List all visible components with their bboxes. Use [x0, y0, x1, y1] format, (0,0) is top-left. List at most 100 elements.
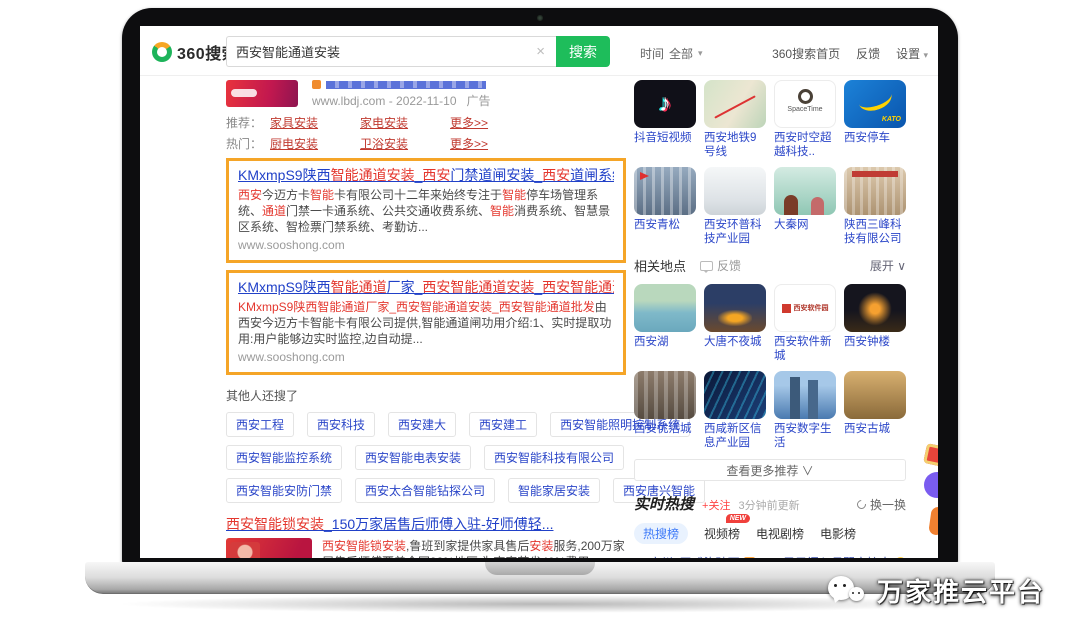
- related-tags-row: 西安智能监控系统 西安智能电表安装 西安智能科技有限公司: [226, 445, 626, 470]
- chevron-down-icon: ▾: [923, 50, 928, 60]
- tab-video-list[interactable]: 视频榜NEW: [704, 523, 740, 544]
- related-tag[interactable]: 西安建大: [388, 412, 456, 437]
- partial-ad-link[interactable]: [312, 80, 491, 89]
- related-tags-row: 西安智能安防门禁 西安太合智能钻探公司 智能家居安装 西安唐兴智能: [226, 478, 626, 503]
- ad-thumbnail[interactable]: 电子锁安装: [226, 538, 312, 558]
- tile-spacetime[interactable]: SpaceTime 西安时空超越科技..: [774, 80, 836, 159]
- follow-link[interactable]: +关注: [702, 497, 730, 513]
- tile-huanpu[interactable]: 西安环普科技产业园: [704, 167, 766, 246]
- tab-tv-list[interactable]: 电视剧榜: [756, 523, 804, 544]
- related-tag[interactable]: 西安工程: [226, 412, 294, 437]
- hot-item[interactable]: 11 男子闯入母婴室接水: [768, 554, 906, 558]
- hot-search-list: 1 广州8天感染破万 11 男子闯入母婴室接水 2 地球首位星际访客: [634, 554, 906, 558]
- more-link[interactable]: 更多>>: [450, 116, 488, 130]
- tile-lake[interactable]: 西安湖: [634, 284, 696, 363]
- related-apps-grid: ♪ 抖音短视频 西安地铁9号线 SpaceTime 西安时空超越科技.. KAT…: [634, 80, 906, 246]
- ad-favicon-icon: [312, 80, 321, 89]
- clear-search-icon[interactable]: ×: [534, 43, 547, 60]
- expand-button[interactable]: 展开 ∨: [870, 257, 906, 274]
- result-title[interactable]: KMxmpS9陕西智能通道厂家_西安智能通道安装_西安智能通道批...: [238, 279, 614, 296]
- related-places-grid: 西安湖 大唐不夜城 西安软件园 西安软件新城 西安钟楼: [634, 284, 906, 450]
- search-button[interactable]: 搜索: [556, 36, 610, 67]
- lake-image: [634, 284, 696, 332]
- rec-link[interactable]: 家电安装: [360, 116, 450, 130]
- laptop-notch: [485, 562, 595, 575]
- refresh-button[interactable]: 换一换: [857, 496, 906, 513]
- parking-logo: KATO: [844, 80, 906, 128]
- related-tag[interactable]: 西安建工: [469, 412, 537, 437]
- ad-thumbnail[interactable]: [226, 80, 298, 107]
- tile-gucheng[interactable]: 西安古城: [844, 371, 906, 450]
- header-links: 360搜索首页 反馈 设置 ▾: [772, 45, 928, 62]
- time-filter-label: 时间: [640, 45, 664, 62]
- related-tag[interactable]: 西安智能科技有限公司: [484, 445, 624, 470]
- night-city-image: [704, 284, 766, 332]
- tile-parking[interactable]: KATO 西安停车: [844, 80, 906, 159]
- feedback-icon: [700, 261, 713, 271]
- webcam: [537, 15, 543, 21]
- feedback-button[interactable]: 反馈: [700, 257, 741, 274]
- related-searches-header: 其他人还搜了: [226, 387, 626, 404]
- floating-promo-icon[interactable]: [923, 443, 938, 467]
- time-filter-value: 全部: [669, 45, 693, 62]
- tile-xixian[interactable]: 西咸新区信息产业园: [704, 371, 766, 450]
- view-more-button[interactable]: 查看更多推荐 ∨: [634, 459, 906, 481]
- hot-item[interactable]: 1 广州8天感染破万: [634, 554, 762, 558]
- tab-movie-list[interactable]: 电影榜: [820, 523, 856, 544]
- related-tag[interactable]: 西安科技: [307, 412, 375, 437]
- spacetime-logo: SpaceTime: [774, 80, 836, 128]
- home-link[interactable]: 360搜索首页: [772, 45, 840, 62]
- bell-tower-image: [844, 284, 906, 332]
- towers-image: [634, 371, 696, 419]
- time-filter[interactable]: 时间 全部 ▾: [640, 45, 703, 62]
- tile-digital-life[interactable]: 西安数字生活: [774, 371, 836, 450]
- result-url: www.sooshong.com: [238, 350, 614, 365]
- related-tag[interactable]: 西安太合智能钻探公司: [355, 478, 495, 503]
- result-title[interactable]: KMxmpS9陕西智能通道安装_西安门禁道闸安装_西安道闸系统研...: [238, 167, 614, 184]
- interview-image: [774, 167, 836, 215]
- feedback-link[interactable]: 反馈: [856, 45, 880, 62]
- ancient-city-image: [844, 371, 906, 419]
- ad-url-line: www.lbdj.com - 2022-11-10广告: [312, 94, 491, 109]
- related-tag[interactable]: 智能家居安装: [508, 478, 600, 503]
- watermark-text: 万家推云平台: [877, 572, 1045, 609]
- more-link[interactable]: 更多>>: [450, 137, 488, 151]
- tile-metro-line9[interactable]: 西安地铁9号线: [704, 80, 766, 159]
- tech-park-image: [704, 371, 766, 419]
- rec-link[interactable]: 厨电安装: [270, 137, 360, 151]
- refresh-icon: [855, 498, 868, 511]
- partial-link-bar: [326, 81, 486, 89]
- recommend-row: 推荐：家具安装家电安装更多>>: [226, 116, 626, 130]
- rec-link[interactable]: 卫浴安装: [360, 137, 450, 151]
- tile-youhuo[interactable]: 西安优活城: [634, 371, 696, 450]
- related-tags-row: 西安工程 西安科技 西安建大 西安建工 西安智能照明控制系统: [226, 412, 626, 437]
- tile-sanfeng[interactable]: 陕西三峰科技有限公司: [844, 167, 906, 246]
- updated-timestamp: 3分钟前更新: [738, 497, 799, 513]
- new-badge: NEW: [726, 514, 750, 523]
- tab-hot-list[interactable]: 热搜榜: [634, 523, 688, 544]
- result-description: 西安今迈方卡智能卡有限公司十二年来始终专注于智能停车场管理系统、通道门禁一卡通系…: [238, 187, 614, 235]
- search-input[interactable]: [236, 44, 534, 59]
- tile-bell-tower[interactable]: 西安钟楼: [844, 284, 906, 363]
- related-tag[interactable]: 西安智能安防门禁: [226, 478, 342, 503]
- tile-software-city[interactable]: 西安软件园 西安软件新城: [774, 284, 836, 363]
- rec-link[interactable]: 家具安装: [270, 116, 360, 130]
- tile-douyin[interactable]: ♪ 抖音短视频: [634, 80, 696, 159]
- result-title[interactable]: 西安智能锁安装_150万家居售后师傅入驻-好师傅轻...: [226, 516, 626, 533]
- search-header: 360搜索 × 搜索 时间 全部 ▾ 360搜索首页 反馈 设置 ▾: [140, 26, 938, 76]
- tile-qingsong[interactable]: 西安青松: [634, 167, 696, 246]
- hot-search-tabs: 热搜榜 视频榜NEW 电视剧榜 电影榜: [634, 523, 906, 544]
- search-box[interactable]: ×: [226, 36, 556, 67]
- building-image: [844, 167, 906, 215]
- tile-datang[interactable]: 大唐不夜城: [704, 284, 766, 363]
- tile-daqin[interactable]: 大秦网: [774, 167, 836, 246]
- settings-link[interactable]: 设置 ▾: [896, 45, 928, 62]
- related-tag[interactable]: 西安智能监控系统: [226, 445, 342, 470]
- result-url: www.sooshong.com: [238, 238, 614, 253]
- douyin-icon: ♪: [634, 80, 696, 128]
- related-tag[interactable]: 西安智能电表安装: [355, 445, 471, 470]
- metro-map-image: [704, 80, 766, 128]
- realtime-hot-search: 实时热搜 +关注 3分钟前更新 换一换 热搜榜 视频榜NEW 电视剧榜 电影榜: [634, 493, 906, 558]
- face-emoji-icon: [895, 557, 906, 558]
- ad-result-smartlock: 西安智能锁安装_150万家居售后师傅入驻-好师傅轻... 电子锁安装 西安智能锁…: [226, 516, 626, 558]
